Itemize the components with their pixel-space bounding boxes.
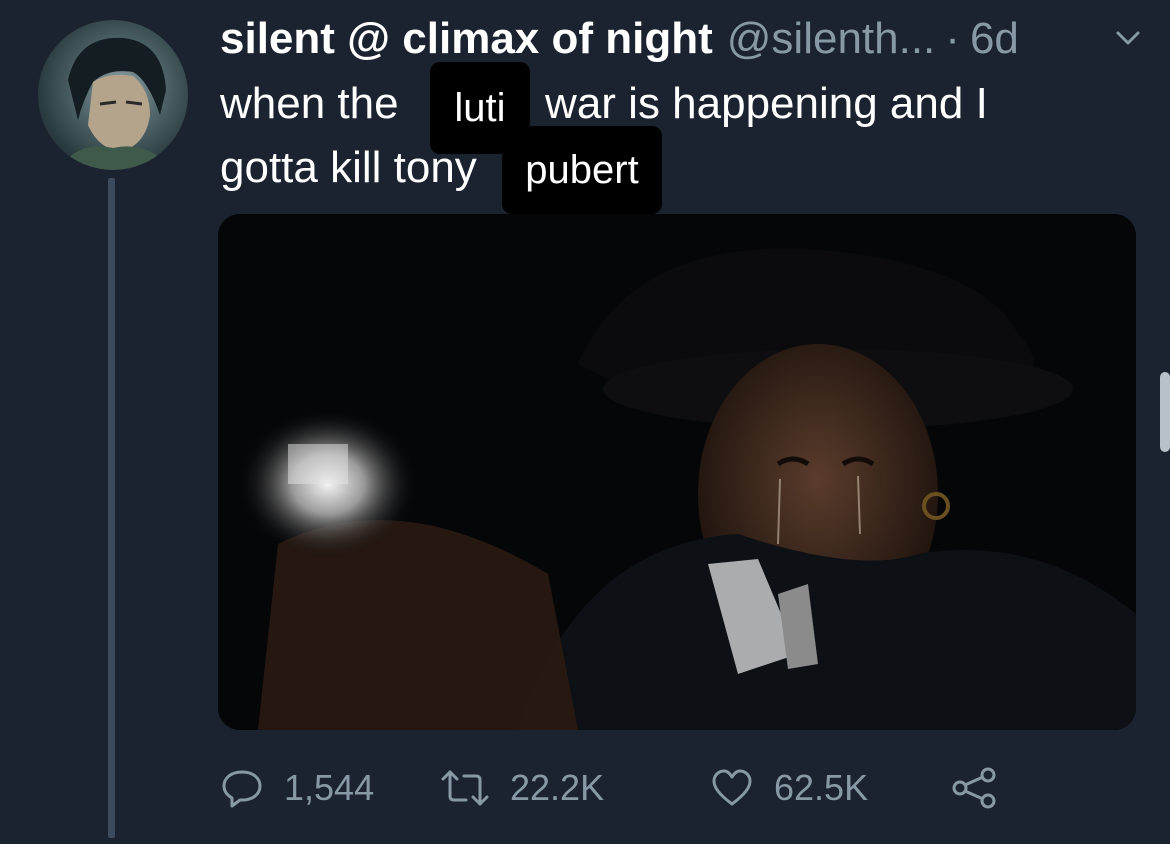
share-icon	[952, 767, 996, 809]
share-button[interactable]	[950, 756, 1020, 820]
avatar[interactable]	[38, 20, 188, 170]
like-icon	[712, 769, 752, 806]
reply-count: 1,544	[284, 767, 375, 808]
timestamp[interactable]: 6d	[970, 14, 1019, 64]
tweet-line-2: gotta kill tony	[220, 143, 477, 192]
media-illustration	[218, 214, 1136, 730]
separator-dot: ·	[945, 14, 960, 63]
scrollbar-thumb[interactable]	[1160, 372, 1170, 452]
tweet-text-segment: when the	[220, 79, 399, 128]
like-count: 62.5K	[774, 767, 869, 808]
avatar-image	[58, 37, 173, 170]
display-name[interactable]: silent @ climax of night	[220, 14, 713, 64]
retweet-count: 22.2K	[510, 767, 605, 808]
tweet-media-image[interactable]	[218, 214, 1136, 730]
tweet-actions: 1,544 22.2K 62.5K	[220, 756, 1150, 820]
retweet-button[interactable]: 22.2K	[440, 756, 604, 820]
retweet-icon	[441, 770, 489, 806]
tweet-line-1: when the war is happening and I	[220, 72, 1140, 136]
reply-button[interactable]: 1,544	[220, 756, 374, 820]
tweet-header: silent @ climax of night @silenth... · 6…	[220, 10, 1150, 68]
user-handle[interactable]: @silenth...	[727, 14, 936, 64]
like-button[interactable]: 62.5K	[710, 756, 868, 820]
chevron-down-icon[interactable]	[1114, 28, 1142, 48]
tweet-text-segment: war is happening and I	[545, 79, 988, 128]
reply-icon	[222, 770, 262, 808]
overlay-label: pubert	[502, 126, 662, 214]
tweet-text: when the war is happening and I gotta ki…	[220, 72, 1140, 200]
thread-line	[108, 178, 115, 838]
